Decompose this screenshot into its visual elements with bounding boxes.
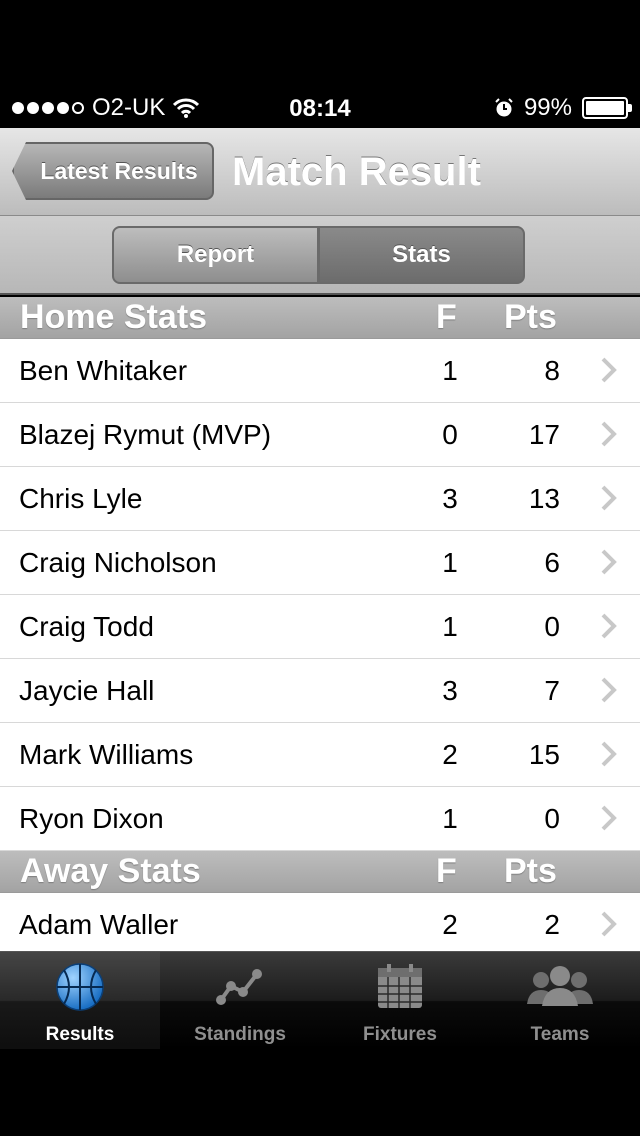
bottom-blank-area	[0, 1049, 640, 1136]
player-points: 0	[544, 611, 560, 642]
away-stats-header: Away Stats F Pts	[0, 851, 640, 893]
tab-teams[interactable]: Teams	[480, 952, 640, 1050]
player-points: 17	[528, 419, 560, 450]
stats-segment[interactable]: Stats	[318, 226, 525, 284]
battery-percent: 99%	[523, 94, 572, 121]
player-fouls: 3	[442, 483, 458, 514]
tab-label: Standings	[194, 1024, 286, 1045]
player-row[interactable]: Craig Nicholson 1 6	[0, 531, 640, 595]
home-stats-header: Home Stats F Pts	[0, 297, 640, 339]
section-title: Away Stats	[20, 852, 201, 890]
section-title: Home Stats	[20, 298, 208, 336]
player-fouls: 3	[442, 675, 458, 706]
player-name: Craig Nicholson	[19, 547, 217, 578]
player-fouls: 1	[442, 355, 458, 386]
player-fouls: 2	[442, 909, 458, 940]
chevron-right-icon	[601, 677, 617, 703]
basketball-icon	[56, 963, 104, 1011]
player-name: Jaycie Hall	[19, 675, 155, 706]
tab-standings[interactable]: Standings	[160, 952, 320, 1050]
tab-label: Fixtures	[363, 1024, 437, 1045]
people-icon	[527, 966, 593, 1006]
page-title: Match Result	[232, 150, 481, 194]
calendar-icon	[378, 964, 422, 1008]
column-header-points: Pts	[504, 298, 557, 336]
tab-label: Teams	[530, 1024, 590, 1045]
column-header-fouls: F	[436, 298, 457, 336]
player-fouls: 2	[442, 739, 458, 770]
tab-bar: Results Standings Fixtures Teams	[0, 951, 640, 1050]
player-row[interactable]: Ben Whitaker 1 8	[0, 339, 640, 403]
player-name: Ben Whitaker	[19, 355, 188, 386]
player-row[interactable]: Adam Waller 2 2	[0, 893, 640, 951]
alarm-clock-icon	[495, 98, 513, 117]
player-points: 2	[544, 909, 560, 940]
player-row[interactable]: Mark Williams 2 15	[0, 723, 640, 787]
player-row[interactable]: Jaycie Hall 3 7	[0, 659, 640, 723]
tab-fixtures[interactable]: Fixtures	[320, 952, 480, 1050]
player-points: 0	[544, 803, 560, 834]
player-row[interactable]: Blazej Rymut (MVP) 0 17	[0, 403, 640, 467]
player-name: Adam Waller	[19, 909, 179, 940]
chevron-right-icon	[601, 357, 617, 383]
status-bar: O2-UK 08:14 99%	[0, 88, 640, 128]
player-points: 13	[528, 483, 560, 514]
chevron-right-icon	[601, 741, 617, 767]
chevron-right-icon	[601, 613, 617, 639]
player-name: Mark Williams	[19, 739, 194, 770]
chevron-right-icon	[601, 805, 617, 831]
status-right: 99%	[494, 94, 632, 122]
top-blank-area	[0, 0, 640, 88]
player-row[interactable]: Chris Lyle 3 13	[0, 467, 640, 531]
player-name: Craig Todd	[19, 611, 154, 642]
tab-label: Results	[45, 1024, 115, 1045]
player-points: 6	[544, 547, 560, 578]
player-fouls: 1	[442, 803, 458, 834]
player-row[interactable]: Ryon Dixon 1 0	[0, 787, 640, 851]
navigation-bar: Latest Results Match Result	[0, 128, 640, 216]
chevron-right-icon	[601, 549, 617, 575]
player-fouls: 1	[442, 611, 458, 642]
chevron-right-icon	[601, 911, 617, 937]
report-segment[interactable]: Report	[112, 226, 319, 284]
line-chart-icon	[216, 969, 262, 1005]
battery-icon	[582, 97, 632, 119]
tab-results[interactable]: Results	[0, 952, 160, 1050]
player-points: 7	[544, 675, 560, 706]
player-fouls: 1	[442, 547, 458, 578]
player-points: 8	[544, 355, 560, 386]
column-header-points: Pts	[504, 852, 557, 890]
chevron-right-icon	[601, 421, 617, 447]
player-row[interactable]: Craig Todd 1 0	[0, 595, 640, 659]
player-points: 15	[528, 739, 560, 770]
player-name: Ryon Dixon	[19, 803, 164, 834]
player-name: Blazej Rymut (MVP)	[19, 419, 272, 450]
player-name: Chris Lyle	[19, 483, 143, 514]
column-header-fouls: F	[436, 852, 457, 890]
chevron-right-icon	[601, 485, 617, 511]
segmented-control-bar: Report Stats	[0, 216, 640, 295]
player-fouls: 0	[442, 419, 458, 450]
stats-table: Home Stats F Pts Ben Whitaker 1 8 Blazej…	[0, 297, 640, 951]
back-button[interactable]: Latest Results	[12, 142, 214, 200]
